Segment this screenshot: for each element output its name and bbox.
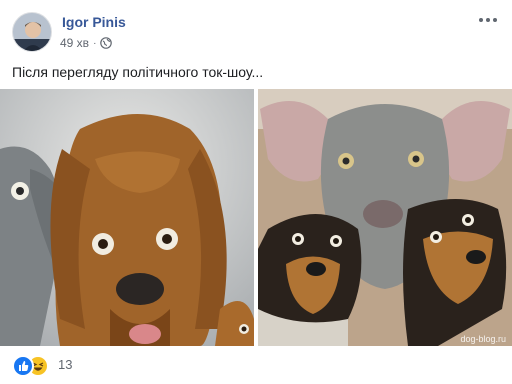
weimaraner-and-dachshunds-photo[interactable]: dog-blog.ru xyxy=(258,89,512,346)
photo-grid: dog-blog.ru xyxy=(0,89,512,346)
meta-separator: · xyxy=(93,37,97,49)
post-meta: 49 хв · xyxy=(60,36,113,50)
globe-icon[interactable] xyxy=(100,37,113,49)
author-name[interactable]: Igor Pinis xyxy=(62,14,126,30)
author-avatar[interactable] xyxy=(12,12,52,52)
bloodhound-dog-photo[interactable] xyxy=(0,89,254,346)
post-timestamp[interactable]: 49 хв xyxy=(60,36,89,50)
reactions-count[interactable]: 13 xyxy=(58,357,72,372)
facebook-post: Igor Pinis 49 хв · Після перегляду політ… xyxy=(0,0,512,384)
more-dot xyxy=(479,18,483,22)
more-dot xyxy=(493,18,497,22)
post-text: Після перегляду політичного ток-шоу... xyxy=(12,64,264,80)
more-dot xyxy=(486,18,490,22)
more-options-icon[interactable] xyxy=(476,10,500,30)
reactions-summary[interactable] xyxy=(12,354,49,377)
post-header: Igor Pinis 49 хв · xyxy=(12,10,500,54)
photo-watermark: dog-blog.ru xyxy=(460,334,506,344)
post-footer: 13 xyxy=(12,353,72,377)
like-icon xyxy=(12,355,34,377)
